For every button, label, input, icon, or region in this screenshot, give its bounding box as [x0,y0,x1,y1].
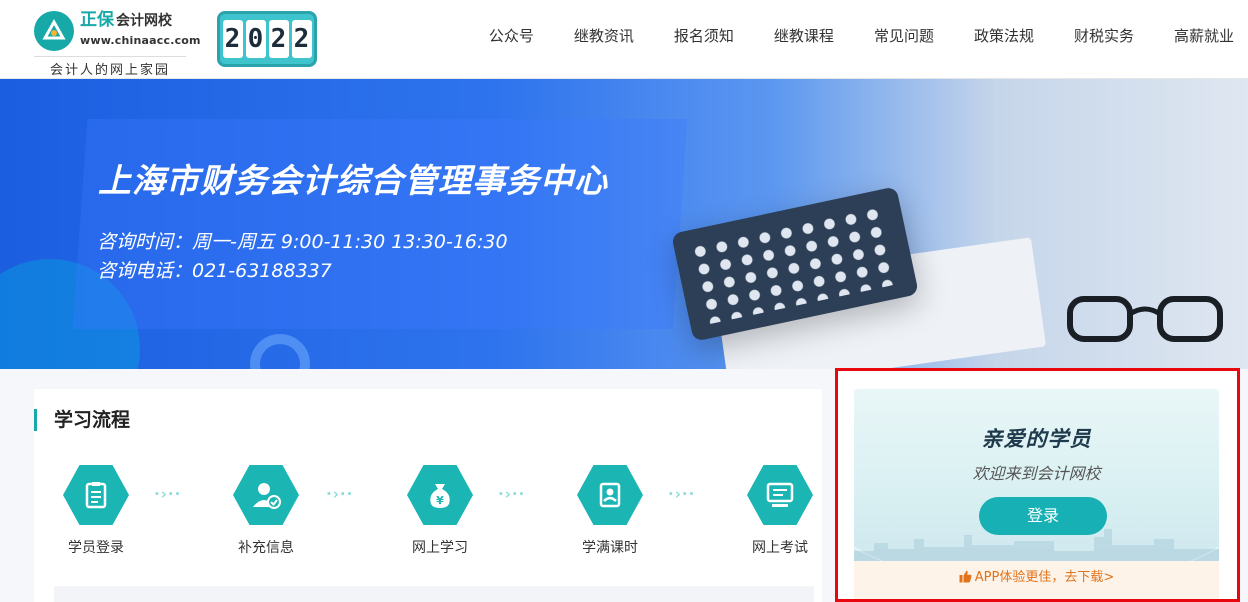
step-complete-info[interactable]: 补充信息 [220,465,310,565]
nav-item-tax-practice[interactable]: 财税实务 [1074,24,1134,48]
step-label: 学员登录 [68,540,124,556]
study-flow-title: 学习流程 [34,409,130,431]
year-digit: 2 [222,20,243,58]
nav-item-wechat[interactable]: 公众号 [489,24,534,48]
login-panel: 亲爱的学员 欢迎来到会计网校 登录 APP体验更佳，去下载> [835,368,1240,602]
nav-item-jobs[interactable]: 高薪就业 [1174,24,1234,48]
nav-item-courses[interactable]: 继教课程 [774,24,834,48]
app-download-text: APP体验更佳，去下载> [974,570,1115,585]
banner-glasses-image [1067,296,1223,342]
certificate-icon [577,465,643,525]
main-nav: 公众号 继教资讯 报名须知 继教课程 常见问题 政策法规 财税实务 高薪就业 [449,24,1234,48]
logo-mark-icon [34,11,74,51]
hero-banner: 上海市财务会计综合管理事务中心 咨询时间：周一-周五 9:00-11:30 13… [0,79,1248,369]
year-digit: 0 [245,20,266,58]
banner-text-panel [72,119,688,329]
site-header: 正保 会计网校 www.chinaacc.com 会计人的网上家园 2 0 2 2… [0,0,1248,79]
year-badge: 2 0 2 2 [217,11,317,67]
banner-ring-decoration [250,334,310,369]
study-flow-card: 学习流程 学员登录 ·›·· 补充信息 ·›·· ¥ 网上学习 ·›·· 学满课… [34,389,822,602]
logo-slogan: 会计人的网上家园 [34,56,186,78]
step-label: 网上学习 [412,540,468,556]
step-arrow: ·›·· [326,485,354,503]
step-arrow: ·›·· [498,485,526,503]
user-check-icon [233,465,299,525]
site-logo[interactable]: 正保 会计网校 www.chinaacc.com 会计人的网上家园 [34,9,201,78]
step-label: 学满课时 [582,540,638,556]
year-digit: 2 [268,20,289,58]
banner-consult-phone: 咨询电话：021-63188337 [97,260,332,282]
step-complete-hours[interactable]: 学满课时 [564,465,654,565]
clipboard-icon [63,465,129,525]
step-arrow: ·›·· [668,485,696,503]
thumbs-up-icon [959,570,972,583]
svg-text:¥: ¥ [436,494,444,507]
money-bag-icon: ¥ [407,465,473,525]
app-download-link[interactable]: APP体验更佳，去下载> [854,561,1219,599]
step-label: 网上考试 [752,540,808,556]
banner-consult-hours: 咨询时间：周一-周五 9:00-11:30 13:30-16:30 [97,231,508,253]
step-label: 补充信息 [238,540,294,556]
step-online-exam[interactable]: 网上考试 [734,465,824,565]
monitor-icon [747,465,813,525]
nav-item-news[interactable]: 继教资讯 [574,24,634,48]
year-digit: 2 [291,20,312,58]
logo-url: www.chinaacc.com [80,34,201,47]
login-button[interactable]: 登录 [979,497,1107,535]
nav-item-registration[interactable]: 报名须知 [674,24,734,48]
nav-item-faq[interactable]: 常见问题 [874,24,934,48]
banner-title: 上海市财务会计综合管理事务中心 [98,161,608,200]
flow-card-footer [54,586,814,602]
login-welcome-text: 欢迎来到会计网校 [972,464,1101,483]
login-greeting: 亲爱的学员 [981,427,1092,451]
step-online-study[interactable]: ¥ 网上学习 [394,465,484,565]
step-arrow: ·›·· [154,485,182,503]
logo-brand: 正保 会计网校 [80,10,172,30]
step-student-login[interactable]: 学员登录 [50,465,140,565]
nav-item-policy[interactable]: 政策法规 [974,24,1034,48]
login-card: 亲爱的学员 欢迎来到会计网校 登录 [854,389,1219,561]
